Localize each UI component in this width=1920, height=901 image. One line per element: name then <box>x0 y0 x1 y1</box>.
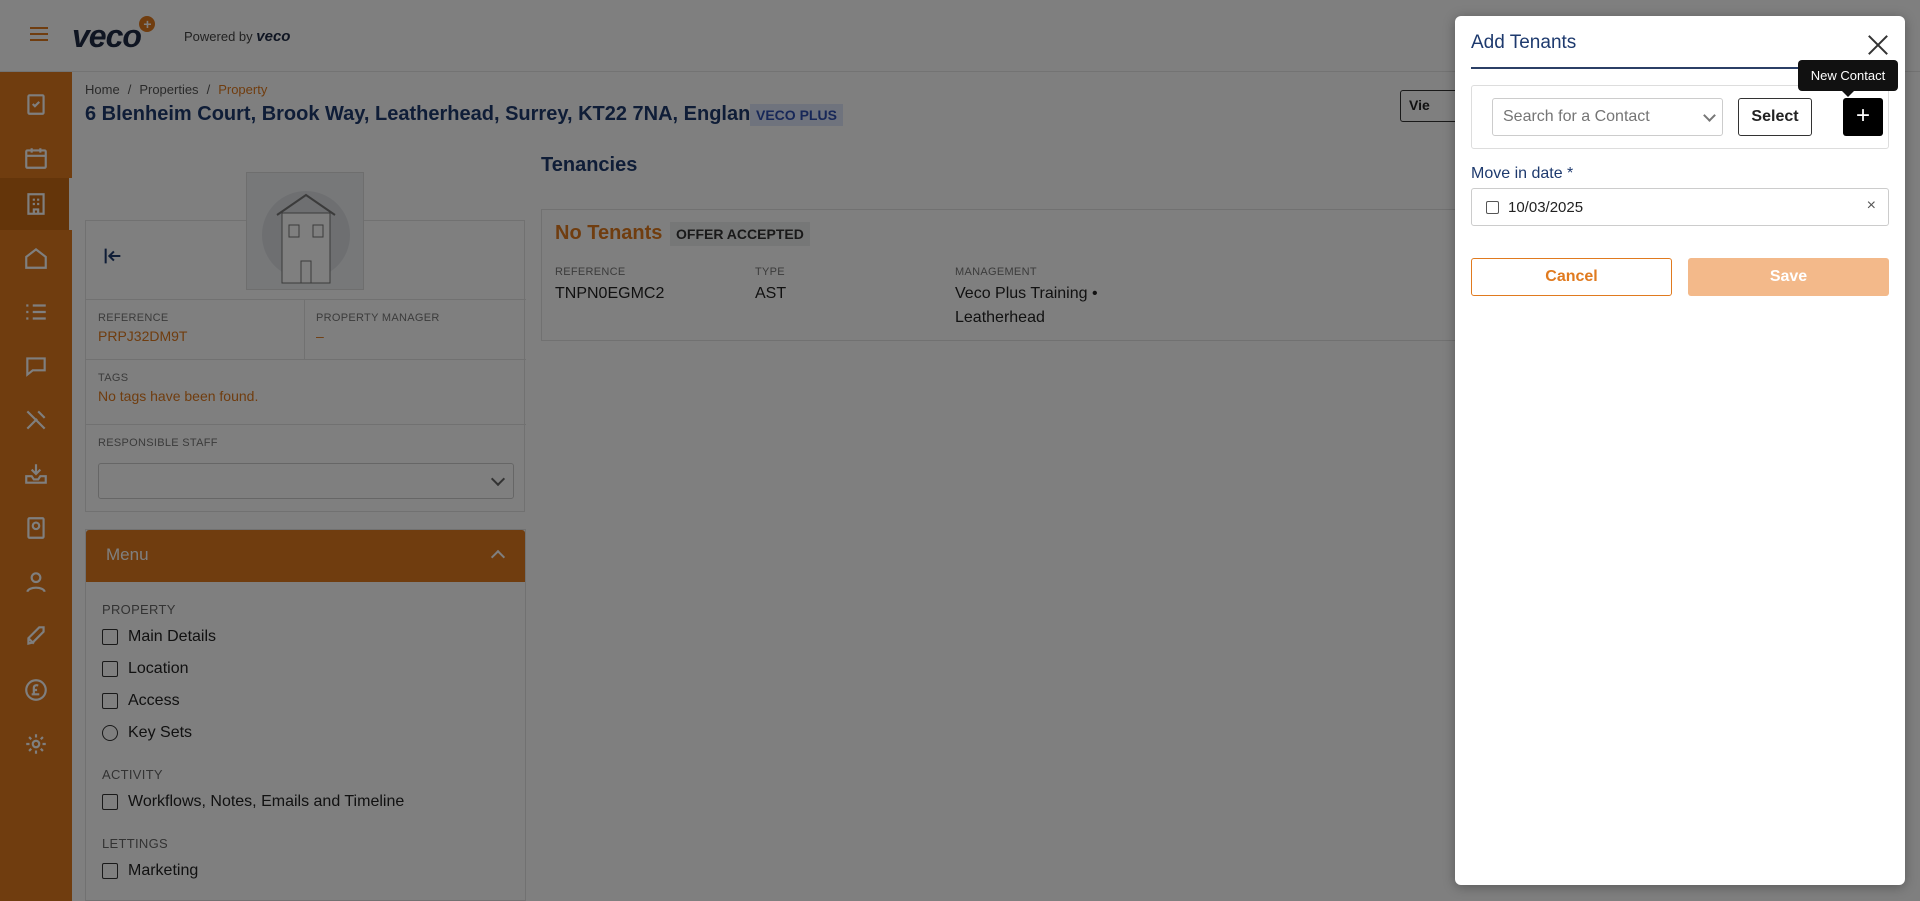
modal-backdrop-side <box>0 72 72 901</box>
dialog-title: Add Tenants <box>1471 32 1577 53</box>
move-in-date-value: 10/03/2025 <box>1508 199 1584 216</box>
select-contact-button[interactable]: Select <box>1738 98 1812 136</box>
move-in-date-label: Move in date * <box>1471 165 1574 182</box>
calendar-icon <box>1486 201 1499 214</box>
contact-search-input[interactable] <box>1492 98 1723 136</box>
new-contact-button[interactable]: + <box>1843 98 1883 136</box>
close-icon[interactable] <box>1867 34 1889 56</box>
clear-date-icon[interactable]: × <box>1867 197 1876 215</box>
add-tenants-dialog: Add Tenants Select + New Contact Move in… <box>1455 16 1905 885</box>
cancel-button[interactable]: Cancel <box>1471 258 1672 296</box>
save-button[interactable]: Save <box>1688 258 1889 296</box>
new-contact-tooltip: New Contact <box>1798 60 1898 97</box>
move-in-date-field[interactable]: 10/03/2025 × <box>1471 188 1889 226</box>
contact-search-panel: Select + <box>1471 85 1889 149</box>
